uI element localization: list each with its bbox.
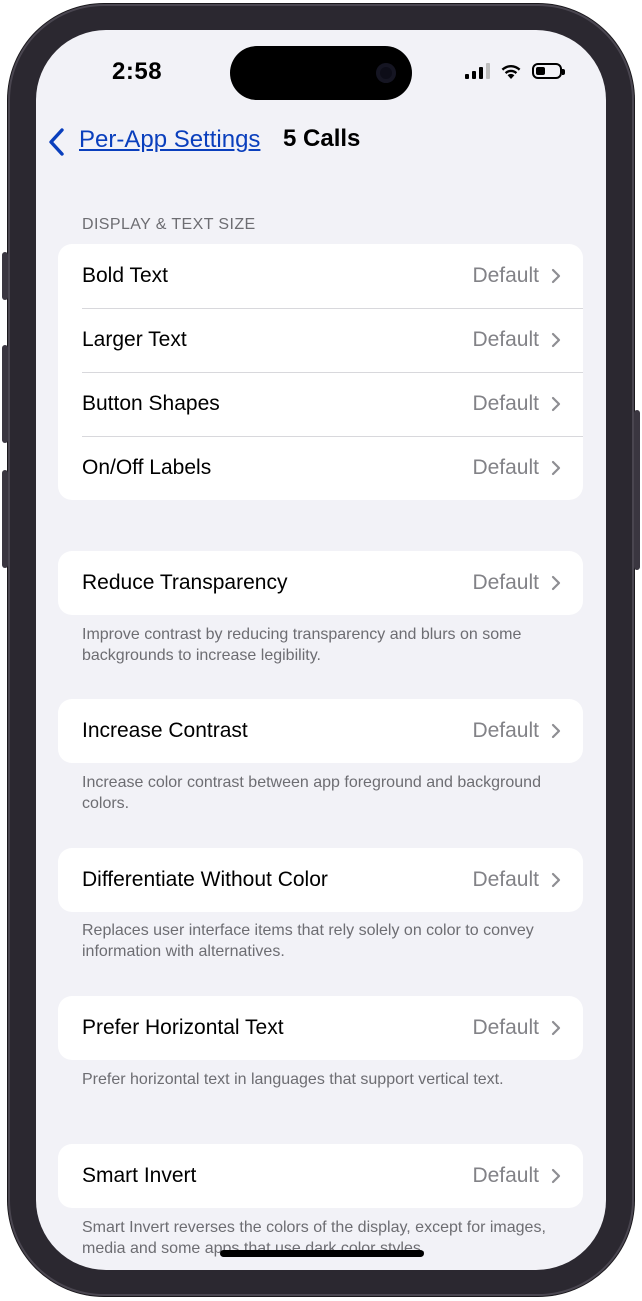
smart-invert-group: Smart Invert Default	[58, 1144, 583, 1208]
reduce-transparency-footer: Improve contrast by reducing transparenc…	[82, 626, 522, 664]
row-reduce-transparency[interactable]: Reduce Transparency Default	[58, 551, 583, 615]
back-chevron-icon[interactable]	[46, 126, 68, 158]
row-prefer-horizontal-text[interactable]: Prefer Horizontal Text Default	[58, 996, 583, 1060]
chevron-right-icon	[551, 872, 561, 888]
row-on-off-labels[interactable]: On/Off Labels Default	[58, 436, 583, 500]
home-indicator[interactable]	[220, 1250, 424, 1257]
dynamic-island	[230, 46, 412, 100]
status-icons	[465, 62, 565, 80]
row-label: On/Off Labels	[82, 456, 212, 479]
screen: 2:58 Per-App Settings 5 Calls DISPLAY & …	[36, 30, 606, 1270]
row-label: Larger Text	[82, 328, 187, 351]
row-label: Smart Invert	[82, 1164, 197, 1187]
camera-icon	[376, 63, 396, 83]
row-value: Default	[472, 1164, 539, 1187]
chevron-right-icon	[551, 1168, 561, 1184]
row-label: Differentiate Without Color	[82, 868, 328, 891]
wifi-icon	[501, 64, 521, 79]
row-bold-text[interactable]: Bold Text Default	[58, 244, 583, 308]
increase-contrast-footer: Increase color contrast between app fore…	[82, 774, 541, 812]
volume-up-button	[2, 345, 8, 443]
action-button	[2, 252, 8, 300]
chevron-right-icon	[551, 575, 561, 591]
row-label: Bold Text	[82, 264, 168, 287]
horizontal-text-group: Prefer Horizontal Text Default	[58, 996, 583, 1060]
row-value: Default	[472, 328, 539, 351]
side-button	[634, 410, 640, 570]
row-value: Default	[472, 571, 539, 594]
differentiate-footer: Replaces user interface items that rely …	[82, 922, 534, 960]
increase-contrast-group: Increase Contrast Default	[58, 699, 583, 763]
chevron-right-icon	[551, 723, 561, 739]
chevron-right-icon	[551, 396, 561, 412]
chevron-right-icon	[551, 332, 561, 348]
chevron-right-icon	[551, 268, 561, 284]
reduce-transparency-group: Reduce Transparency Default	[58, 551, 583, 615]
row-value: Default	[472, 264, 539, 287]
chevron-right-icon	[551, 460, 561, 476]
row-value: Default	[472, 392, 539, 415]
row-larger-text[interactable]: Larger Text Default	[58, 308, 583, 372]
battery-icon	[532, 63, 565, 79]
differentiate-group: Differentiate Without Color Default	[58, 848, 583, 912]
status-time: 2:58	[112, 58, 163, 85]
row-increase-contrast[interactable]: Increase Contrast Default	[58, 699, 583, 763]
volume-down-button	[2, 470, 8, 568]
page-title: 5 Calls	[283, 125, 361, 152]
row-label: Reduce Transparency	[82, 571, 288, 594]
display-settings-group: Bold Text Default Larger Text Default Bu…	[58, 244, 583, 500]
row-value: Default	[472, 719, 539, 742]
row-smart-invert[interactable]: Smart Invert Default	[58, 1144, 583, 1208]
row-button-shapes[interactable]: Button Shapes Default	[58, 372, 583, 436]
row-value: Default	[472, 1016, 539, 1039]
cellular-signal-icon	[465, 63, 490, 79]
navigation-bar: Per-App Settings 5 Calls	[36, 122, 606, 162]
section-header-display: DISPLAY & TEXT SIZE	[82, 216, 256, 233]
row-differentiate-without-color[interactable]: Differentiate Without Color Default	[58, 848, 583, 912]
row-label: Increase Contrast	[82, 719, 248, 742]
row-label: Prefer Horizontal Text	[82, 1016, 284, 1039]
row-label: Button Shapes	[82, 392, 220, 415]
chevron-right-icon	[551, 1020, 561, 1036]
back-button[interactable]: Per-App Settings	[79, 126, 260, 154]
row-value: Default	[472, 456, 539, 479]
row-value: Default	[472, 868, 539, 891]
horizontal-text-footer: Prefer horizontal text in languages that…	[82, 1071, 504, 1088]
